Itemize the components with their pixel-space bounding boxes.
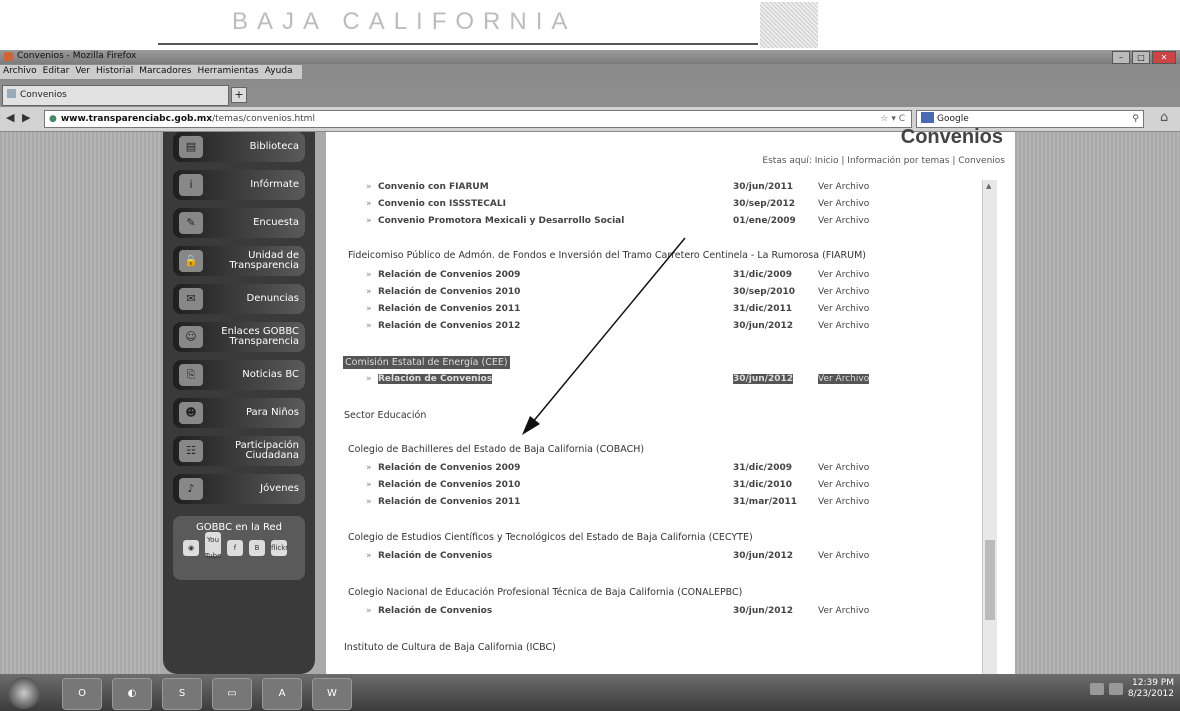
reload-icon[interactable]: ☆ ▾ C	[880, 111, 905, 127]
annotation-arrow	[522, 237, 686, 435]
back-icon[interactable]: ◀	[6, 111, 14, 124]
navigation-bar: ◀ ▶ ● www.transparenciabc.gob.mx/temas/co…	[0, 107, 1180, 131]
banner-logo-block	[760, 2, 818, 48]
search-placeholder: Google	[937, 114, 969, 124]
firefox-icon: ◐	[127, 688, 137, 699]
window-title: Convenios - Mozilla Firefox	[17, 51, 137, 61]
menu-bar: Archivo Editar Ver Historial Marcadores …	[0, 65, 302, 79]
clock-time: 12:39 PM	[1132, 678, 1174, 688]
menu-herramientas[interactable]: Herramientas	[194, 65, 261, 79]
menu-editar[interactable]: Editar	[40, 65, 73, 79]
google-icon	[921, 112, 934, 123]
tab-label: Convenios	[20, 90, 67, 100]
address-bar[interactable]: ● www.transparenciabc.gob.mx/temas/conven…	[44, 110, 912, 128]
url-host: www.transparenciabc.gob.mx	[60, 114, 213, 124]
minimize-button[interactable]: –	[1112, 51, 1130, 64]
menu-historial[interactable]: Historial	[93, 65, 136, 79]
page-icon	[7, 89, 16, 98]
network-icon[interactable]	[1089, 683, 1104, 695]
taskbar-acrobat[interactable]: A	[262, 678, 302, 710]
page-viewport: ▤ Biblioteca i Infórmate ✎ Encuesta 🔒 Unidad…	[0, 126, 1180, 674]
window-titlebar: Convenios - Mozilla Firefox – □ ✕	[0, 50, 1180, 64]
tab-bar: Convenios +	[0, 81, 1180, 107]
home-icon[interactable]: ⌂	[1160, 110, 1168, 125]
tab-convenios[interactable]: Convenios	[2, 85, 229, 106]
taskbar-outlook[interactable]: O	[62, 678, 102, 710]
menu-marcadores[interactable]: Marcadores	[136, 65, 194, 79]
banner-rule	[158, 43, 758, 45]
taskbar-firefox[interactable]: ◐	[112, 678, 152, 710]
system-tray: 12:39 PM 8/23/2012	[1089, 678, 1174, 700]
maximize-button[interactable]: □	[1132, 51, 1150, 64]
site-identity-icon: ●	[49, 114, 57, 124]
clock-date: 8/23/2012	[1127, 689, 1174, 699]
taskbar: O ◐ S ▭ A W 12:39 PM 8/23/2012	[0, 674, 1180, 711]
taskbar-word[interactable]: W	[312, 678, 352, 710]
window-controls: – □ ✕	[1112, 51, 1176, 64]
browser-window: Convenios - Mozilla Firefox – □ ✕ Archiv…	[0, 50, 1180, 674]
volume-icon[interactable]	[1108, 683, 1123, 695]
url-path: /temas/convenios.html	[212, 114, 315, 124]
arrow-head	[522, 416, 540, 435]
banner-title: BAJA CALIFORNIA	[232, 8, 577, 35]
page-banner: BAJA CALIFORNIA	[0, 0, 1180, 50]
taskbar-explorer[interactable]: ▭	[212, 678, 252, 710]
folder-icon: ▭	[227, 688, 237, 699]
menu-ver[interactable]: Ver	[72, 65, 93, 79]
search-icon[interactable]: ⚲	[1132, 111, 1139, 127]
forward-icon[interactable]: ▶	[22, 111, 30, 124]
menu-archivo[interactable]: Archivo	[0, 65, 40, 79]
new-tab-button[interactable]: +	[231, 87, 247, 103]
firefox-icon	[4, 52, 13, 61]
close-button[interactable]: ✕	[1152, 51, 1176, 64]
taskbar-skype[interactable]: S	[162, 678, 202, 710]
arrow-line	[531, 237, 686, 424]
clock[interactable]: 12:39 PM 8/23/2012	[1128, 678, 1174, 700]
menu-ayuda[interactable]: Ayuda	[262, 65, 296, 79]
start-button[interactable]	[8, 677, 40, 709]
